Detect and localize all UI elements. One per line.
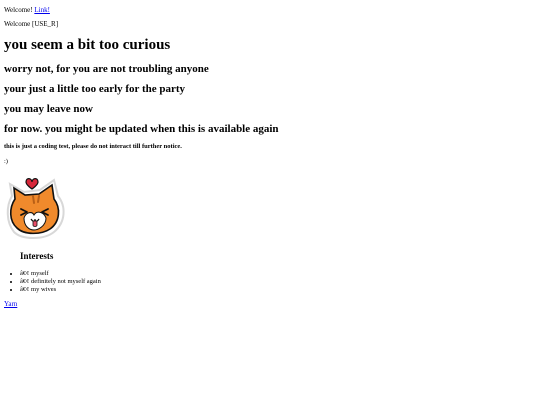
interests-heading: Interests	[20, 251, 54, 261]
welcome-line: Welcome! Link!	[4, 6, 50, 15]
smiley-text: :)	[4, 158, 8, 165]
coding-test-notice: this is just a coding test, please do no…	[4, 143, 182, 150]
interest-item: â€¢ definitely not myself again	[20, 278, 101, 286]
welcome-link[interactable]: Link!	[34, 6, 50, 14]
interests-list: â€¢ myself â€¢ definitely not myself aga…	[12, 270, 101, 294]
page-body: { "header": { "welcome_prefix": "Welcome…	[0, 0, 540, 405]
yarn-line: Yarn	[4, 300, 17, 309]
page-headline: you seem a bit too curious	[4, 37, 171, 53]
message-line-2: your just a little too early for the par…	[4, 83, 186, 95]
cat-sticker-svg	[6, 178, 65, 239]
message-line-4: for now. you might be updated when this …	[4, 123, 279, 135]
interest-item: â€¢ myself	[20, 270, 101, 278]
message-line-1: worry not, for you are not troubling any…	[4, 63, 209, 75]
message-line-3: you may leave now	[4, 103, 93, 115]
cat-heart-icon	[4, 172, 72, 240]
yarn-link[interactable]: Yarn	[4, 300, 17, 308]
welcome-text: Welcome!	[4, 6, 33, 14]
welcome-user: Welcome [USE_R]	[4, 20, 59, 28]
interest-item: â€¢ my wives	[20, 286, 101, 294]
